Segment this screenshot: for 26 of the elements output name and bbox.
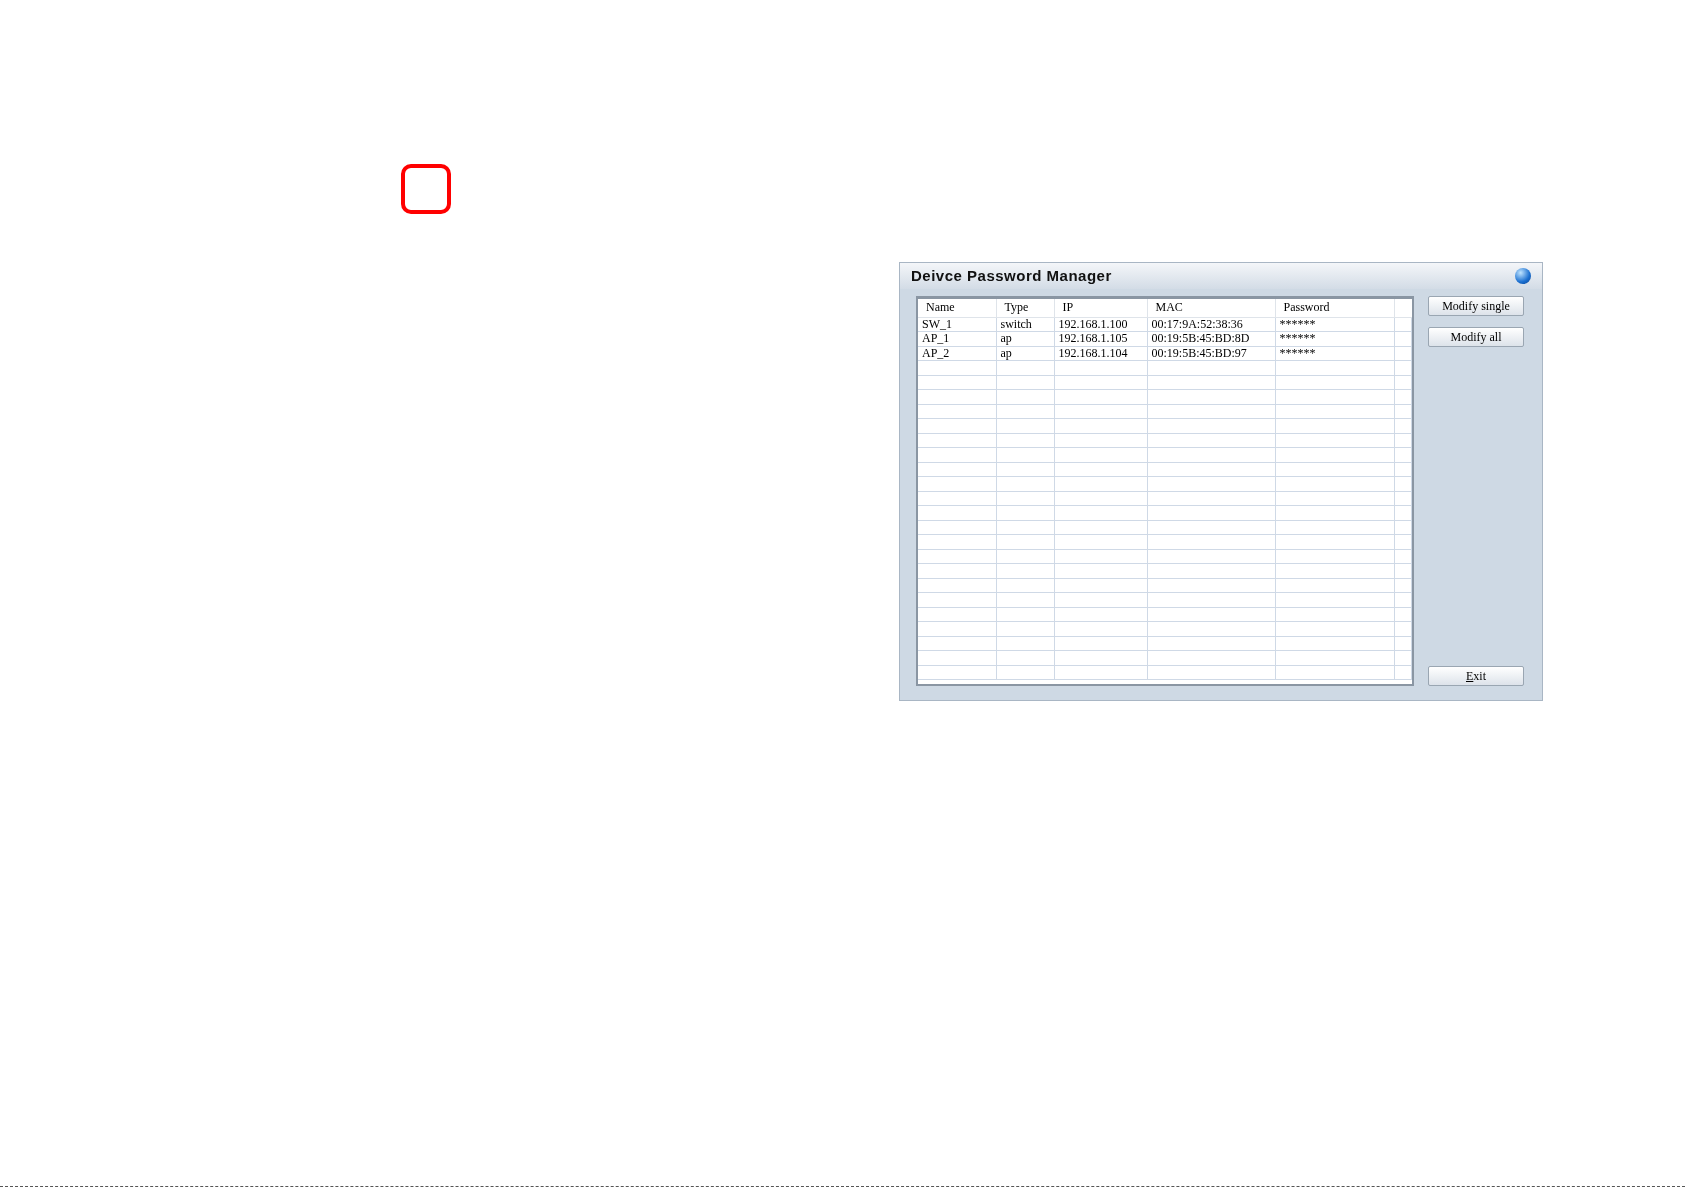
- table-cell: ******: [1279, 316, 1316, 331]
- highlight-frame: [401, 164, 451, 214]
- table-cell: ******: [1279, 331, 1316, 346]
- table-cell: AP_2: [922, 345, 950, 360]
- table-cell: ap: [1000, 345, 1012, 360]
- table-cell: 00:19:5B:45:BD:8D: [1151, 331, 1250, 346]
- column-header[interactable]: Name: [926, 300, 955, 315]
- column-header[interactable]: Password: [1283, 300, 1330, 315]
- table-cell: ap: [1000, 331, 1012, 346]
- table-cell: AP_1: [922, 331, 950, 346]
- table-cell: 192.168.1.104: [1058, 345, 1128, 360]
- dialog-button[interactable]: Modify single: [1428, 296, 1524, 316]
- globe-icon: [1515, 268, 1531, 284]
- table-cell: 192.168.1.100: [1058, 316, 1128, 331]
- table-cell: switch: [1000, 316, 1032, 331]
- table-cell: SW_1: [922, 316, 952, 331]
- table-cell: 192.168.1.105: [1058, 331, 1128, 346]
- column-header[interactable]: IP: [1062, 300, 1074, 315]
- dialog-button[interactable]: Exit: [1428, 666, 1524, 686]
- dialog-button[interactable]: Modify all: [1428, 327, 1524, 347]
- window-title: Deivce Password Manager: [911, 265, 1112, 286]
- table-cell: 00:17:9A:52:38:36: [1151, 316, 1243, 331]
- column-header[interactable]: Type: [1004, 300, 1029, 315]
- column-header[interactable]: MAC: [1155, 300, 1183, 315]
- table-cell: ******: [1279, 345, 1316, 360]
- table-cell: 00:19:5B:45:BD:97: [1151, 345, 1247, 360]
